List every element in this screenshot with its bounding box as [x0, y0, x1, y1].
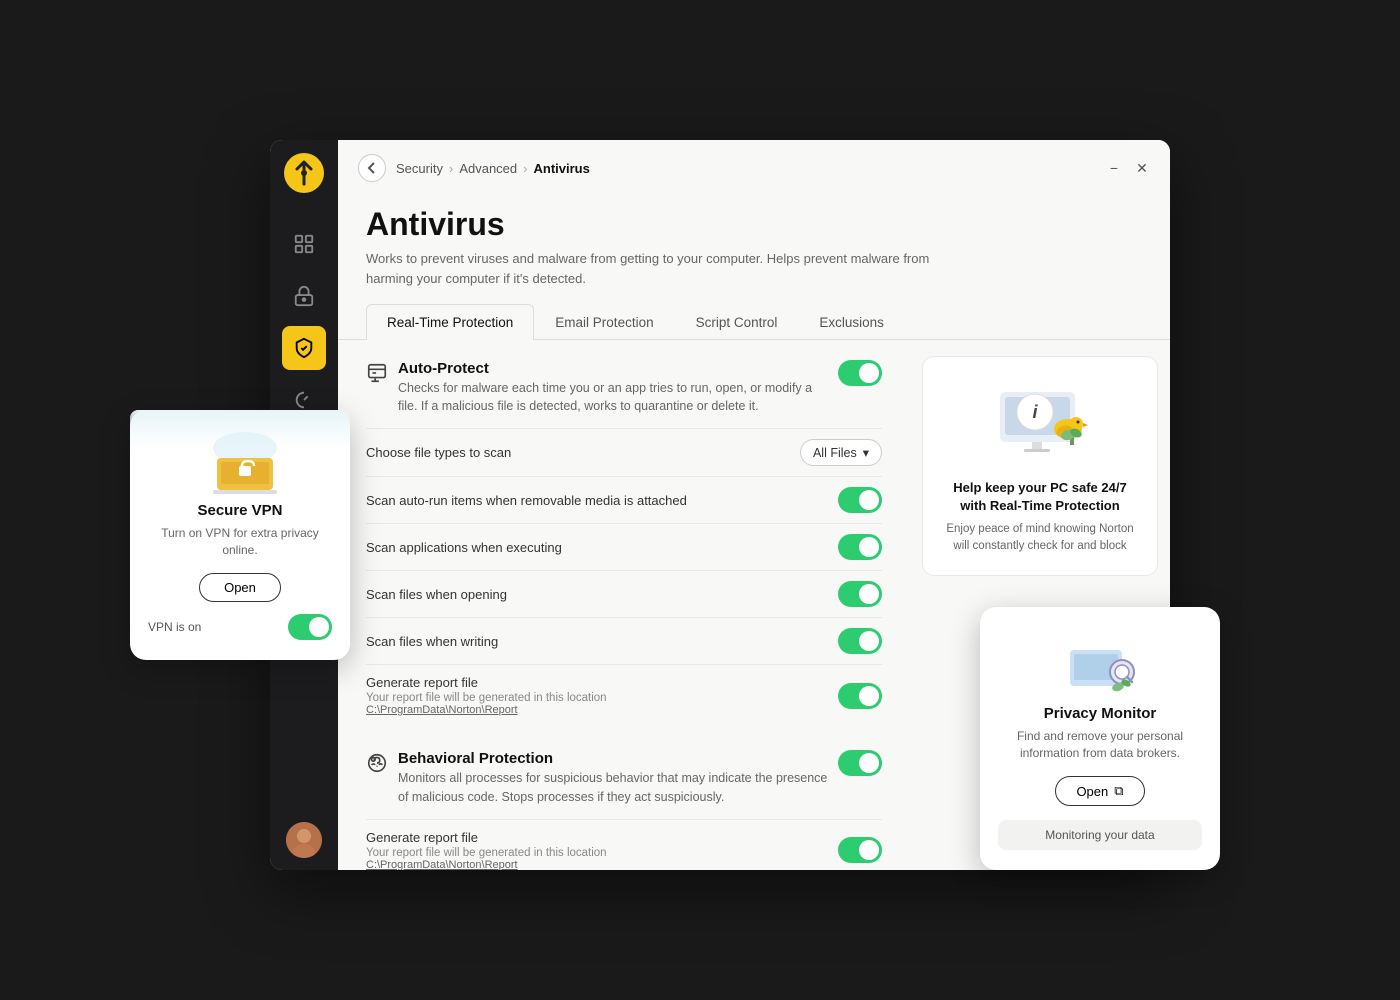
scan-writing-label: Scan files when writing [366, 634, 498, 649]
scan-opening-label: Scan files when opening [366, 587, 507, 602]
title-bar: Security › Advanced › Antivirus − ✕ [338, 140, 1170, 196]
auto-protect-icon [366, 362, 388, 384]
tabs-bar: Real-Time Protection Email Protection Sc… [338, 304, 1170, 340]
close-button[interactable]: ✕ [1134, 160, 1150, 176]
scan-apps-toggle[interactable]: ✓ [838, 534, 882, 560]
tab-email-protection[interactable]: Email Protection [534, 304, 674, 340]
chevron-down-icon: ▾ [863, 445, 869, 460]
generate-report-sub: Your report file will be generated in th… [366, 692, 607, 716]
sidebar-item-security[interactable] [282, 326, 326, 370]
settings-panel: Auto-Protect Checks for malware each tim… [338, 340, 910, 871]
behavioral-report-path[interactable]: C:\ProgramData\Norton\Report [366, 859, 518, 871]
scan-apps-label: Scan applications when executing [366, 540, 562, 555]
generate-report-row: Generate report file Your report file wi… [366, 664, 882, 726]
behavioral-report-label: Generate report file [366, 830, 607, 845]
behavioral-report-sub: Your report file will be generated in th… [366, 847, 607, 871]
vpn-toggle[interactable]: ✓ [288, 614, 332, 640]
scan-apps-row: Scan applications when executing ✓ [366, 523, 882, 570]
scan-writing-toggle[interactable]: ✓ [838, 628, 882, 654]
file-types-label: Choose file types to scan [366, 445, 511, 460]
behavioral-desc: Monitors all processes for suspicious be… [398, 769, 828, 807]
real-time-card-desc: Enjoy peace of mind knowing Norton will … [939, 521, 1141, 556]
breadcrumb-security[interactable]: Security [396, 161, 443, 176]
generate-report-toggle[interactable]: ✓ [838, 683, 882, 709]
auto-protect-title: Auto-Protect [398, 360, 828, 377]
back-button[interactable] [358, 154, 386, 182]
page-header: Antivirus Works to prevent viruses and m… [338, 196, 1170, 304]
file-types-dropdown[interactable]: All Files ▾ [800, 439, 882, 466]
tab-exclusions[interactable]: Exclusions [798, 304, 905, 340]
scan-writing-row: Scan files when writing ✓ [366, 617, 882, 664]
breadcrumb: Security › Advanced › Antivirus [396, 161, 590, 176]
sidebar-item-vault[interactable] [282, 274, 326, 318]
sidebar-item-dashboard[interactable] [282, 222, 326, 266]
external-link-icon: ⧉ [1114, 783, 1123, 799]
norton-logo [283, 152, 325, 194]
page-description: Works to prevent viruses and malware fro… [366, 249, 946, 288]
file-types-value: All Files [813, 446, 857, 460]
behavioral-toggle[interactable]: ✓ [838, 750, 882, 776]
privacy-status: Monitoring your data [998, 820, 1202, 850]
vpn-popup: Secure VPN Turn on VPN for extra privacy… [130, 410, 350, 660]
vpn-status-label: VPN is on [148, 620, 201, 634]
privacy-monitor-desc: Find and remove your personal informatio… [998, 728, 1202, 762]
vpn-status-row: VPN is on ✓ [148, 614, 332, 640]
tab-real-time-protection[interactable]: Real-Time Protection [366, 304, 534, 340]
auto-protect-toggle[interactable]: ✓ [838, 360, 882, 386]
minimize-button[interactable]: − [1106, 160, 1122, 176]
report-path-link[interactable]: C:\ProgramData\Norton\Report [366, 704, 518, 716]
behavioral-report-row: Generate report file Your report file wi… [366, 819, 882, 871]
vpn-title: Secure VPN [148, 502, 332, 519]
vpn-open-button[interactable]: Open [199, 573, 281, 602]
behavioral-icon [366, 752, 388, 774]
auto-protect-section: Auto-Protect Checks for malware each tim… [366, 360, 882, 727]
privacy-monitor-popup: Privacy Monitor Find and remove your per… [980, 607, 1220, 870]
generate-report-label: Generate report file [366, 675, 607, 690]
file-types-row: Choose file types to scan All Files ▾ [366, 428, 882, 476]
breadcrumb-current: Antivirus [533, 161, 589, 176]
scan-opening-toggle[interactable]: ✓ [838, 581, 882, 607]
real-time-card-title: Help keep your PC safe 24/7 with Real-Ti… [939, 479, 1141, 515]
scan-autorun-toggle[interactable]: ✓ [838, 487, 882, 513]
behavioral-protection-section: Behavioral Protection Monitors all proce… [366, 750, 882, 870]
vpn-illustration [205, 430, 275, 490]
scan-autorun-row: Scan auto-run items when removable media… [366, 476, 882, 523]
scan-opening-row: Scan files when opening ✓ [366, 570, 882, 617]
tab-script-control[interactable]: Script Control [675, 304, 799, 340]
vpn-desc: Turn on VPN for extra privacy online. [148, 525, 332, 559]
privacy-monitor-title: Privacy Monitor [998, 705, 1202, 722]
page-title: Antivirus [366, 206, 1142, 243]
real-time-illustration: i [939, 377, 1141, 467]
behavioral-title: Behavioral Protection [398, 750, 828, 767]
auto-protect-desc: Checks for malware each time you or an a… [398, 379, 828, 417]
breadcrumb-advanced[interactable]: Advanced [459, 161, 517, 176]
real-time-info-card: i [922, 356, 1158, 577]
behavioral-report-toggle[interactable]: ✓ [838, 837, 882, 863]
scan-autorun-label: Scan auto-run items when removable media… [366, 493, 687, 508]
user-avatar[interactable] [286, 822, 322, 858]
privacy-open-button[interactable]: Open ⧉ [1055, 776, 1144, 806]
